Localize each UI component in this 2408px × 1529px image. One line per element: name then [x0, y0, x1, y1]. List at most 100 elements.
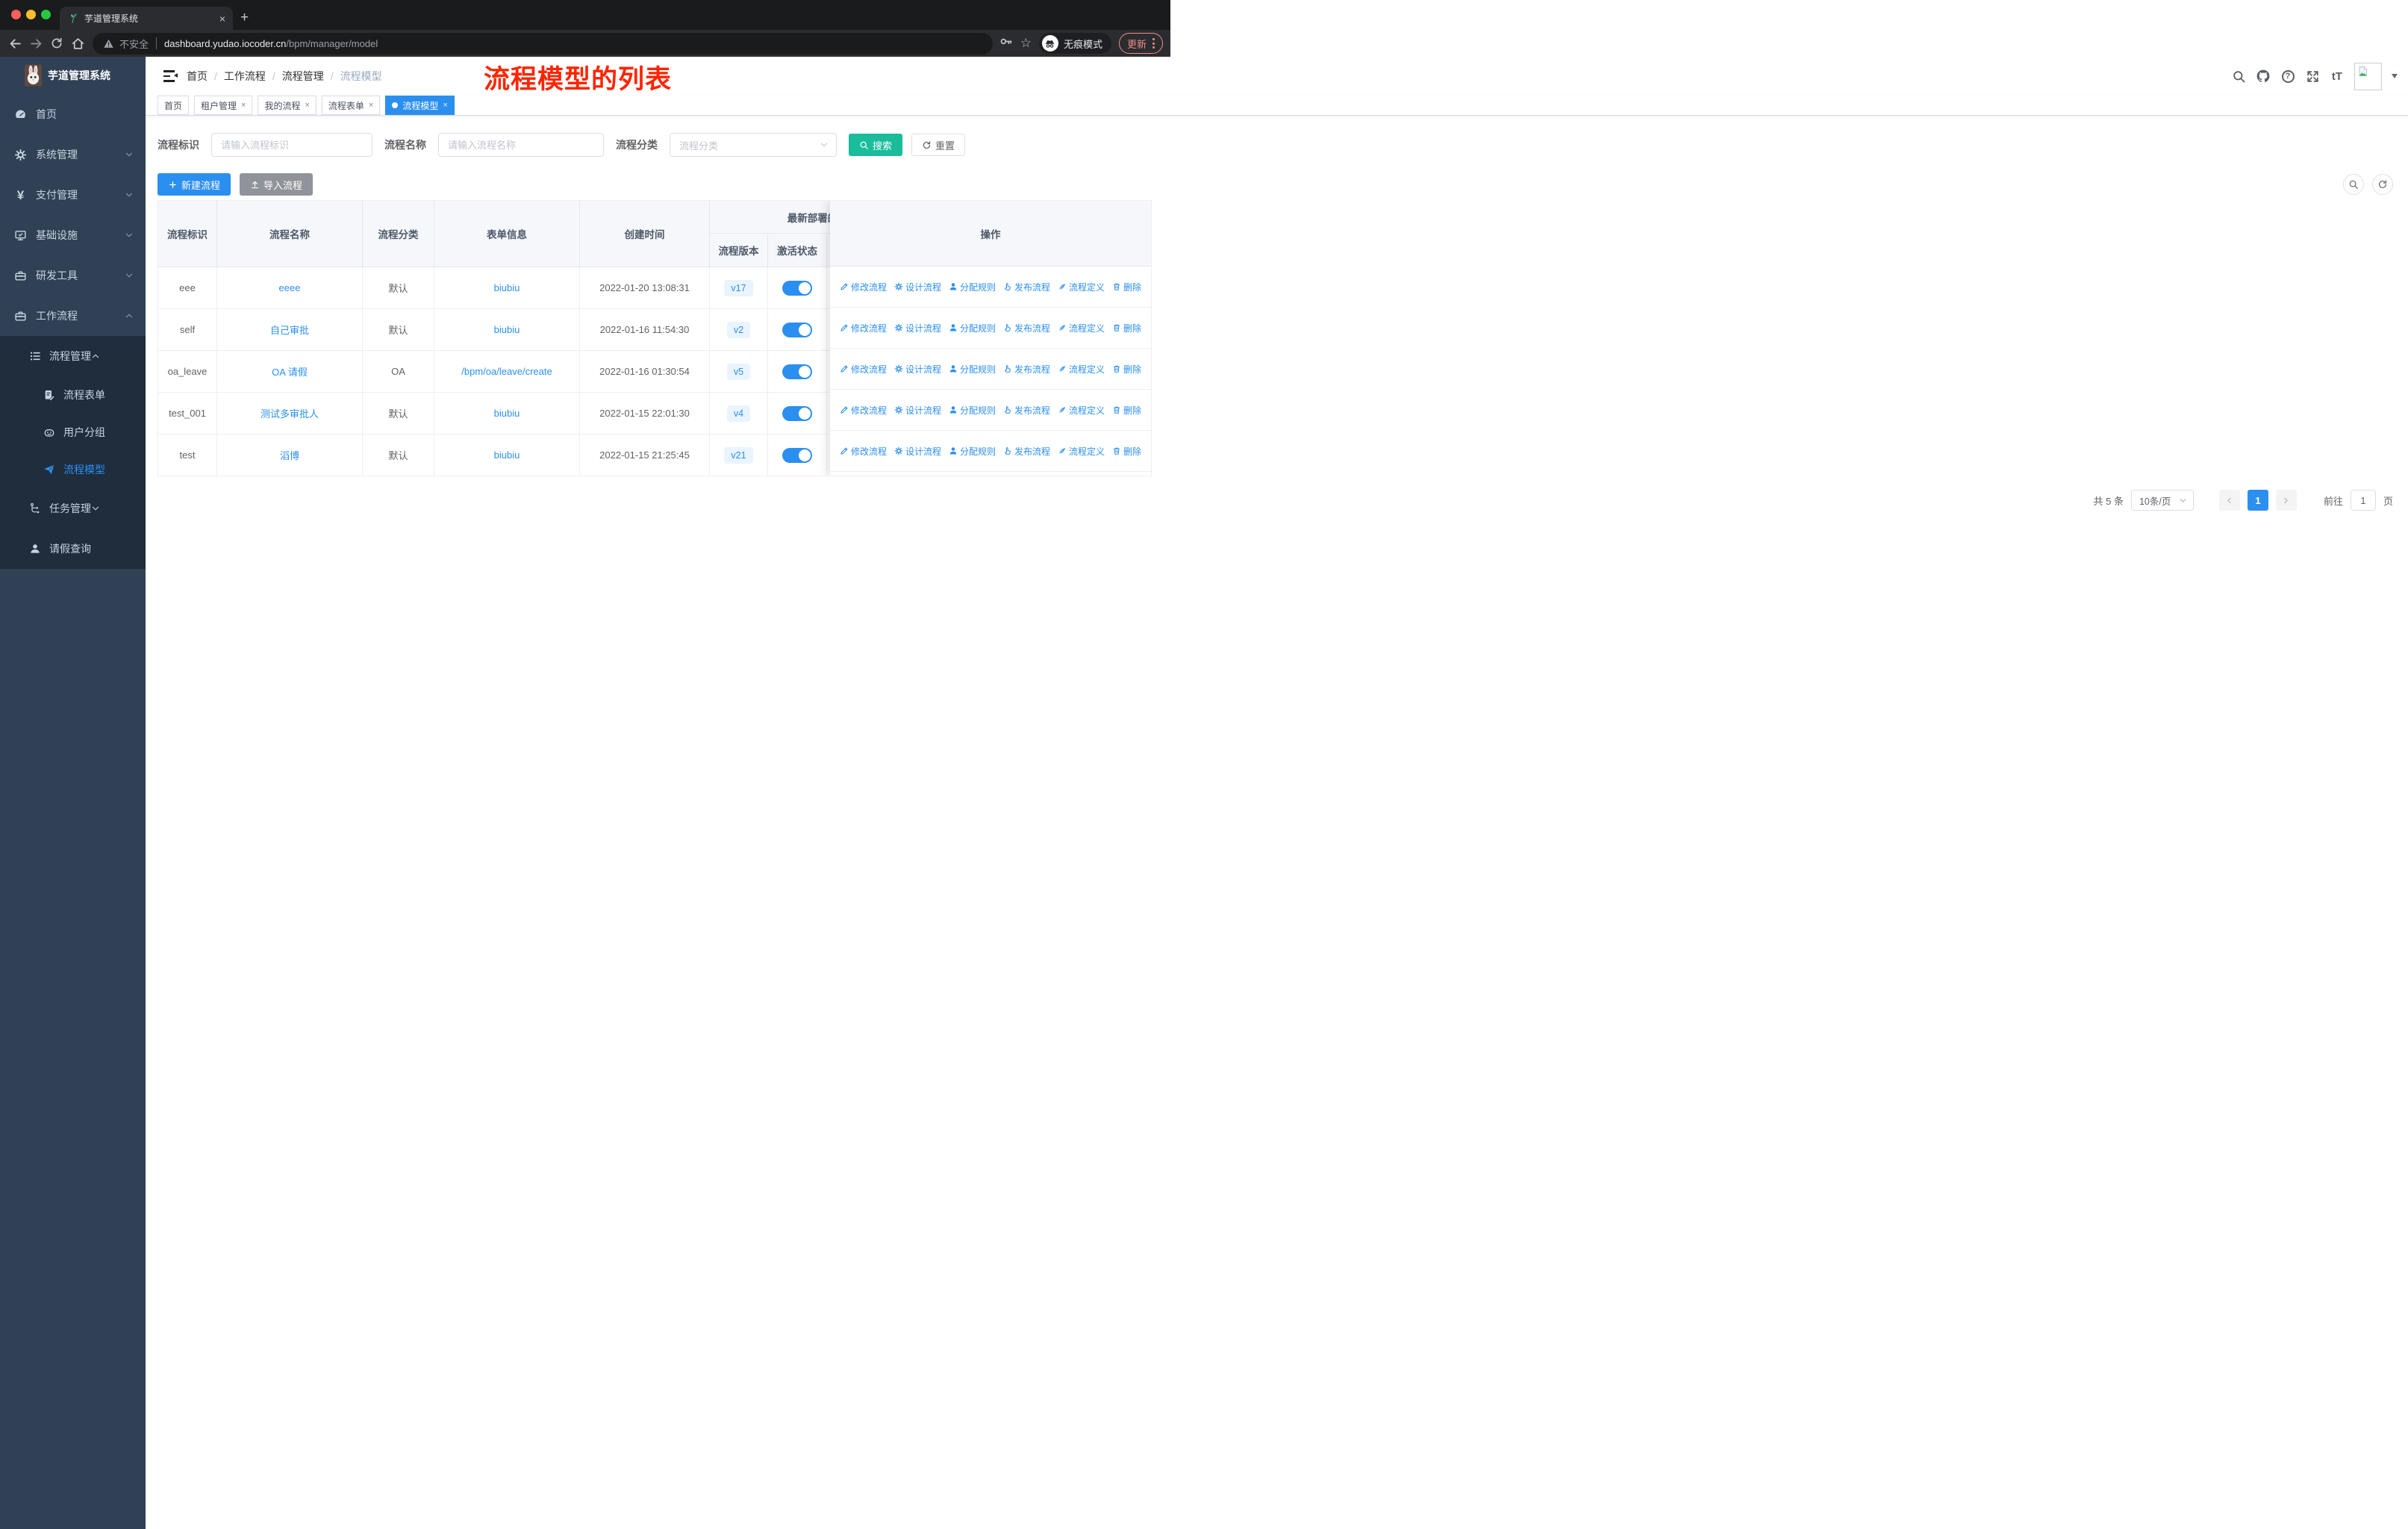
sidebar-item-process-management[interactable]: 流程管理 [0, 336, 146, 376]
github-icon[interactable] [2256, 69, 2271, 84]
process-name-link[interactable]: 滔博 [280, 448, 299, 462]
assign-rule-link[interactable]: 分配规则 [949, 445, 996, 458]
version-badge[interactable]: v21 [724, 446, 753, 464]
publish-process-link[interactable]: 发布流程 [1003, 404, 1050, 417]
user-avatar[interactable] [2354, 62, 2382, 90]
avatar-caret-down-icon[interactable] [2392, 74, 2398, 81]
delete-link[interactable]: 删除 [1112, 363, 1141, 376]
process-definition-link[interactable]: 流程定义 [1058, 445, 1105, 458]
traffic-minimize-button[interactable] [26, 10, 36, 19]
process-definition-link[interactable]: 流程定义 [1058, 404, 1105, 417]
process-definition-link[interactable]: 流程定义 [1058, 322, 1105, 334]
publish-process-link[interactable]: 发布流程 [1003, 281, 1050, 293]
traffic-zoom-button[interactable] [41, 10, 51, 19]
form-info-link[interactable]: biubiu [494, 408, 520, 419]
active-toggle[interactable] [782, 405, 812, 421]
back-icon[interactable] [4, 37, 25, 51]
sidebar-item-payment[interactable]: ¥ 支付管理 [0, 175, 146, 215]
edit-process-link[interactable]: 修改流程 [840, 363, 887, 376]
publish-process-link[interactable]: 发布流程 [1003, 363, 1050, 376]
version-badge[interactable]: v4 [726, 405, 751, 422]
version-badge[interactable]: v17 [724, 279, 753, 296]
key-icon[interactable] [999, 34, 1013, 52]
sidebar-item-home[interactable]: 首页 [0, 94, 146, 134]
process-name-link[interactable]: eeee [279, 282, 301, 293]
form-info-link[interactable]: biubiu [494, 324, 520, 335]
prev-page-button[interactable] [2218, 490, 2240, 511]
process-definition-link[interactable]: 流程定义 [1058, 281, 1105, 293]
version-badge[interactable]: v5 [726, 363, 751, 380]
active-toggle[interactable] [782, 447, 812, 463]
search-button[interactable]: 搜索 [849, 134, 903, 156]
design-process-link[interactable]: 设计流程 [894, 363, 941, 376]
update-chrome-button[interactable]: 更新 [1118, 33, 1163, 54]
toggle-search-button[interactable] [2343, 174, 2364, 195]
delete-link[interactable]: 删除 [1112, 404, 1141, 417]
close-icon[interactable]: × [369, 101, 373, 110]
browser-tab[interactable]: 芋道管理系统 × [60, 7, 233, 30]
font-size-icon[interactable]: tT [2330, 69, 2345, 84]
design-process-link[interactable]: 设计流程 [894, 404, 941, 417]
fullscreen-icon[interactable] [2305, 69, 2320, 84]
url-bar[interactable]: 不安全 dashboard.yudao.iocoder.cn/bpm/manag… [93, 32, 993, 55]
sidebar-item-infrastructure[interactable]: 基础设施 [0, 215, 146, 255]
process-key-input[interactable] [211, 133, 372, 157]
new-tab-button[interactable]: + [240, 7, 249, 29]
reload-icon[interactable] [46, 37, 67, 50]
sidebar-item-devtools[interactable]: 研发工具 [0, 255, 146, 296]
tab-close-icon[interactable]: × [219, 13, 225, 25]
sidebar-item-process-model[interactable]: 流程模型 [0, 451, 146, 488]
active-toggle[interactable] [782, 364, 812, 379]
page-size-select[interactable]: 10条/页 [2130, 490, 2194, 511]
tag-tenant[interactable]: 租户管理 × [194, 96, 253, 115]
close-icon[interactable]: × [241, 101, 246, 110]
tag-process-form[interactable]: 流程表单 × [321, 96, 381, 115]
traffic-close-button[interactable] [11, 10, 21, 19]
version-badge[interactable]: v2 [726, 321, 751, 338]
process-name-input[interactable] [438, 133, 604, 157]
breadcrumb-workflow[interactable]: 工作流程 [224, 69, 266, 84]
sidebar-item-leave-query[interactable]: 请假查询 [0, 529, 146, 569]
bookmark-star-icon[interactable]: ☆ [1020, 36, 1032, 51]
tag-my-process[interactable]: 我的流程 × [258, 96, 316, 115]
delete-link[interactable]: 删除 [1112, 322, 1141, 334]
edit-process-link[interactable]: 修改流程 [840, 404, 887, 417]
design-process-link[interactable]: 设计流程 [894, 322, 941, 334]
refresh-table-button[interactable] [2372, 174, 2393, 195]
reset-button[interactable]: 重置 [911, 134, 966, 156]
sidebar-item-system[interactable]: 系统管理 [0, 134, 146, 175]
process-name-link[interactable]: 自己审批 [270, 323, 309, 337]
sidebar-item-workflow[interactable]: 工作流程 [0, 296, 146, 336]
assign-rule-link[interactable]: 分配规则 [949, 322, 996, 334]
active-toggle[interactable] [782, 322, 812, 337]
breadcrumb-home[interactable]: 首页 [187, 69, 208, 84]
delete-link[interactable]: 删除 [1112, 445, 1141, 458]
browser-menu-icon[interactable] [1152, 38, 1155, 49]
active-toggle[interactable] [782, 280, 812, 296]
sidebar-item-process-form[interactable]: 流程表单 [0, 376, 146, 414]
assign-rule-link[interactable]: 分配规则 [949, 404, 996, 417]
process-category-select[interactable]: 流程分类 [670, 133, 837, 157]
publish-process-link[interactable]: 发布流程 [1003, 322, 1050, 334]
help-icon[interactable]: ? [2280, 69, 2295, 84]
publish-process-link[interactable]: 发布流程 [1003, 445, 1050, 458]
sidebar-item-user-group[interactable]: 用户分组 [0, 414, 146, 451]
process-name-link[interactable]: OA 请假 [272, 364, 308, 379]
breadcrumb-process-management[interactable]: 流程管理 [282, 69, 324, 84]
edit-process-link[interactable]: 修改流程 [840, 322, 887, 334]
form-info-link[interactable]: biubiu [494, 282, 520, 293]
design-process-link[interactable]: 设计流程 [894, 445, 941, 458]
close-icon[interactable]: × [443, 101, 447, 110]
search-icon[interactable] [2231, 69, 2246, 84]
edit-process-link[interactable]: 修改流程 [840, 445, 887, 458]
tag-process-model[interactable]: 流程模型 × [385, 96, 455, 115]
assign-rule-link[interactable]: 分配规则 [949, 363, 996, 376]
close-icon[interactable]: × [305, 101, 309, 110]
next-page-button[interactable] [2275, 490, 2297, 511]
edit-process-link[interactable]: 修改流程 [840, 281, 887, 293]
delete-link[interactable]: 删除 [1112, 281, 1141, 293]
design-process-link[interactable]: 设计流程 [894, 281, 941, 293]
process-name-link[interactable]: 测试多审批人 [261, 406, 319, 420]
import-process-button[interactable]: 导入流程 [240, 173, 314, 196]
process-definition-link[interactable]: 流程定义 [1058, 363, 1105, 376]
